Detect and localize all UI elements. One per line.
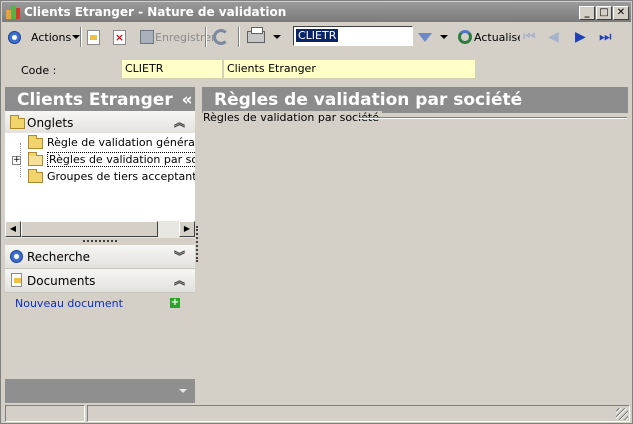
actions-icon <box>8 30 21 44</box>
main-header: Règles de validation par société <box>202 87 628 113</box>
main-title: Règles de validation par société <box>214 90 523 110</box>
maximize-button[interactable]: □ <box>596 6 612 20</box>
actualise-icon <box>458 30 472 44</box>
scroll-left-icon[interactable]: ◀ <box>5 221 21 237</box>
expand-section-icon[interactable]: ︾ <box>174 245 185 269</box>
first-record-button[interactable]: ⏮ <box>523 26 536 48</box>
name-field[interactable]: Clients Etranger <box>223 59 476 79</box>
chevron-down-icon <box>273 35 281 39</box>
add-document-icon[interactable]: + <box>170 298 180 308</box>
save-icon <box>140 30 154 44</box>
splitter-grip[interactable] <box>83 240 117 242</box>
delete-button[interactable]: × <box>113 26 126 48</box>
app-logo-icon <box>6 5 20 19</box>
group-box-line <box>359 117 627 119</box>
tree-item-label: Règles de validation par société <box>47 152 195 167</box>
actualise-label: Actualiser <box>474 30 520 44</box>
next-record-button[interactable]: ▶ <box>575 26 586 48</box>
close-button[interactable]: ✕ <box>613 6 629 20</box>
group-box-label: Règles de validation par société <box>203 111 383 124</box>
left-panel-header: Clients Etranger « <box>5 87 195 113</box>
folder-icon <box>28 135 43 149</box>
tree-item[interactable]: Règle de validation générale <box>5 135 195 151</box>
next-icon: ▶ <box>575 29 586 45</box>
code-field[interactable]: CLIETR <box>121 59 223 79</box>
scroll-right-icon[interactable]: ▶ <box>179 221 195 237</box>
horizontal-scrollbar[interactable]: ◀ ▶ <box>5 221 195 238</box>
previous-icon: ◀ <box>548 29 559 45</box>
folder-icon <box>10 115 25 129</box>
left-panel-footer[interactable] <box>5 379 195 403</box>
recherche-section-header[interactable]: Recherche ︾ <box>5 245 195 269</box>
toolbar-separator <box>205 27 207 47</box>
filter-icon <box>418 32 432 42</box>
collapse-panel-icon[interactable]: « <box>182 90 193 110</box>
first-icon: ⏮ <box>523 29 536 45</box>
filter-button[interactable] <box>418 26 448 48</box>
refresh-icon <box>213 29 229 45</box>
status-pane <box>87 405 630 422</box>
app-window: Clients Etranger - Nature de validation … <box>0 0 633 424</box>
folder-icon <box>28 169 43 183</box>
documents-label: Documents <box>27 274 96 288</box>
tree-item[interactable]: Groupes de tiers acceptant la n <box>5 169 195 185</box>
open-folder-icon <box>28 152 43 166</box>
search-value[interactable]: CLIETR <box>296 29 339 42</box>
last-icon: ⏭ <box>599 29 612 45</box>
toolbar-separator <box>238 27 240 47</box>
actions-button[interactable]: Actions <box>8 26 81 48</box>
actualise-button[interactable]: Actualiser <box>458 26 520 48</box>
resize-grip-icon[interactable] <box>616 408 628 420</box>
search-icon <box>10 250 23 263</box>
last-record-button[interactable]: ⏭ <box>599 26 612 48</box>
status-bar <box>2 403 631 423</box>
previous-record-button[interactable]: ◀ <box>548 26 559 48</box>
tree-item-selected[interactable]: + Règles de validation par société <box>5 152 195 168</box>
window-title: Clients Etranger - Nature de validation <box>24 5 287 19</box>
search-input[interactable]: CLIETR <box>293 26 413 46</box>
tree-connector <box>20 143 28 177</box>
toolbar-separator <box>80 27 82 47</box>
document-icon <box>11 273 22 287</box>
print-icon <box>247 27 265 43</box>
title-bar[interactable]: Clients Etranger - Nature de validation … <box>2 2 631 22</box>
delete-icon: × <box>113 29 126 45</box>
tree-item-label: Groupes de tiers acceptant la n <box>47 170 195 183</box>
chevron-down-icon <box>440 35 448 39</box>
refresh-button[interactable] <box>213 26 229 48</box>
left-panel-title: Clients Etranger <box>17 90 173 110</box>
new-button[interactable] <box>87 26 100 48</box>
minimize-button[interactable]: _ <box>579 6 595 20</box>
collapse-section-icon[interactable]: ︽ <box>174 111 185 135</box>
chevron-down-icon <box>72 35 81 39</box>
vertical-splitter[interactable] <box>196 226 198 262</box>
print-button[interactable] <box>247 26 281 48</box>
chevron-down-icon <box>179 389 187 393</box>
onglets-section-header[interactable]: Onglets ︽ <box>5 111 195 135</box>
onglets-tree: Règle de validation générale + Règles de… <box>5 133 195 225</box>
new-document-link[interactable]: Nouveau document <box>15 297 123 310</box>
code-label: Code : <box>21 64 57 77</box>
scroll-thumb[interactable] <box>21 221 158 237</box>
onglets-label: Onglets <box>27 116 74 130</box>
tree-item-label: Règle de validation générale <box>47 136 195 149</box>
status-pane <box>5 405 85 422</box>
left-panel: Clients Etranger « Onglets ︽ Règle de va… <box>5 87 195 403</box>
recherche-label: Recherche <box>27 250 91 264</box>
collapse-section-icon[interactable]: ︽ <box>174 269 185 293</box>
toolbar: Actions × Enregistrer CLIETR Actualis ⏮ … <box>2 23 631 51</box>
new-icon <box>87 29 100 45</box>
actions-label: Actions <box>31 30 72 44</box>
documents-section-header[interactable]: Documents ︽ <box>5 269 195 293</box>
